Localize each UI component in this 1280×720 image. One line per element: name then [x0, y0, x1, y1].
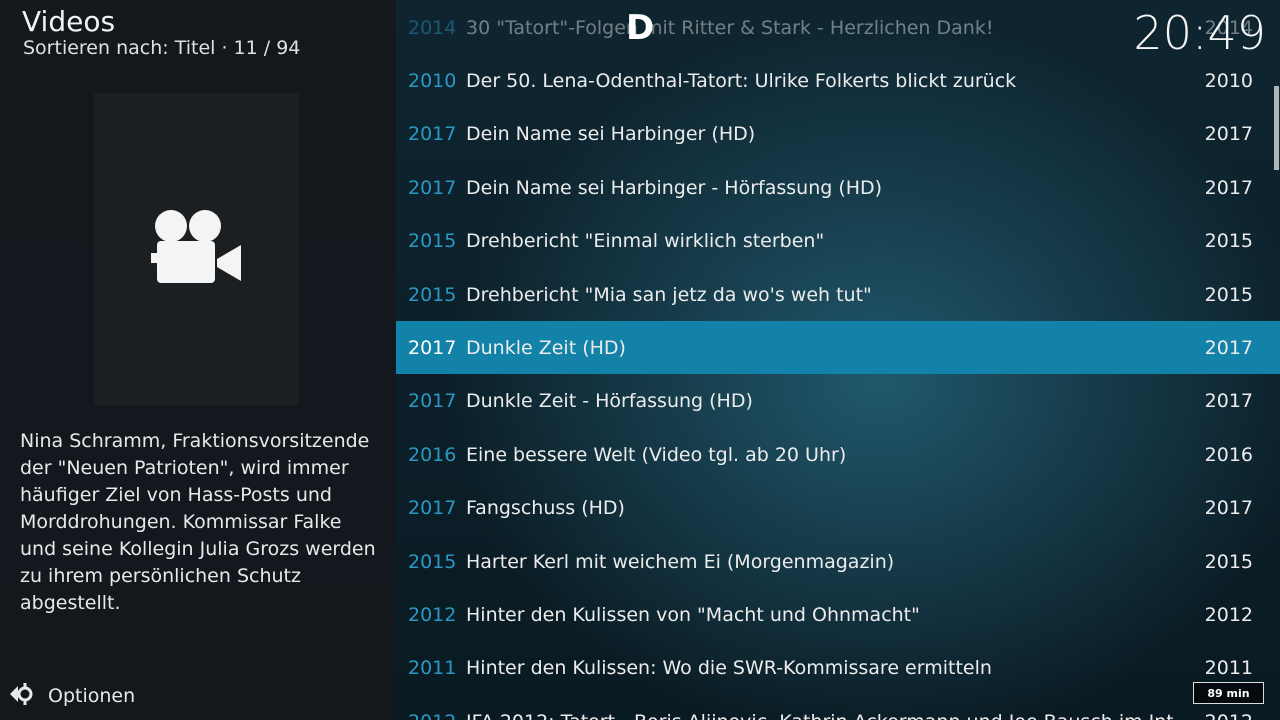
list-item-title: Dunkle Zeit - Hörfassung (HD) [466, 390, 753, 413]
list-item-year-left: 2011 [408, 657, 457, 680]
list-item[interactable]: 2015 Harter Kerl mit weichem Ei (Morgenma… [396, 535, 1280, 588]
list-item-year-right: 2017 [1204, 390, 1253, 413]
list-item[interactable]: 2017 Dunkle Zeit - Hörfassung (HD) 2017 [396, 375, 1280, 428]
page-title: Videos [22, 5, 116, 38]
list-item-year-right: 2017 [1204, 497, 1253, 520]
list-item[interactable]: 2017 Dunkle Zeit (HD) 2017 [396, 321, 1280, 375]
list-item-year-right: 2011 [1204, 657, 1253, 680]
options-button[interactable]: Optionen [8, 682, 135, 710]
info-panel: Videos Sortieren nach: Titel · 11 / 94 N… [0, 0, 396, 720]
list-item[interactable]: 2010 Der 50. Lena-Odenthal-Tatort: Ulrike… [396, 54, 1280, 107]
list-item-title: Drehbericht "Einmal wirklich sterben" [466, 230, 825, 253]
video-camera-icon [150, 209, 243, 289]
list-item-year-right: 2017 [1204, 176, 1253, 199]
list-item-year-left: 2012 [396, 711, 466, 720]
list-item-year-left: 2016 [408, 443, 457, 466]
list-item-year-left: 2017 [408, 123, 457, 146]
list-item-year-left: 2017 [408, 497, 457, 520]
list-item-year-right: 2015 [1204, 230, 1253, 253]
options-label: Optionen [48, 685, 136, 707]
list-item-year-left: 2014 [408, 16, 457, 39]
list-item-year-right: 2015 [1204, 550, 1253, 573]
list-item-year-right: 2015 [1204, 283, 1253, 306]
options-icon [8, 681, 34, 712]
clock: 20:49 [1133, 6, 1266, 60]
list-item-year-right: 2012 [1173, 711, 1280, 720]
jump-letter: D [626, 8, 655, 48]
list-item-title: Hinter den Kulissen von "Macht und Ohnma… [466, 603, 920, 626]
list-item-year-right: 2012 [1204, 603, 1253, 626]
video-list[interactable]: 2014 30 "Tatort"-Folgen mit Ritter & Star… [396, 0, 1280, 720]
list-item-year-left: 2010 [408, 69, 457, 92]
list-item[interactable]: 2011 Hinter den Kulissen: Wo die SWR-Komm… [396, 642, 1280, 695]
list-item-title: Der 50. Lena-Odenthal-Tatort: Ulrike Fol… [466, 69, 1017, 92]
list-item-title: 30 "Tatort"-Folgen mit Ritter & Stark - … [466, 16, 994, 39]
list-item-title: Dein Name sei Harbinger - Hörfassung (HD… [466, 176, 883, 199]
list-item[interactable]: 2015 Drehbericht "Mia san jetz da wo's we… [396, 268, 1280, 321]
list-item-title: Hinter den Kulissen: Wo die SWR-Kommissa… [466, 657, 992, 680]
scrollbar[interactable] [1274, 86, 1279, 170]
list-item-title: Drehbericht "Mia san jetz da wo's weh tu… [466, 283, 872, 306]
list-item-title: Fangschuss (HD) [466, 497, 625, 520]
list-item-year-left: 2012 [408, 603, 457, 626]
list-item-year-left: 2017 [408, 176, 457, 199]
plot-text: Nina Schramm, Fraktionsvorsitzende der "… [20, 430, 376, 614]
list-item-year-left: 2017 [408, 336, 457, 359]
list-item-title: Dunkle Zeit (HD) [466, 336, 626, 359]
list-item-title: Harter Kerl mit weichem Ei (Morgenmagazi… [466, 550, 895, 573]
list-item-year-right: 2017 [1204, 123, 1253, 146]
list-item-year-right: 2010 [1204, 69, 1253, 92]
list-item-title: IFA 2012: Tatort - Boris Aljinovic, Kath… [466, 711, 1173, 720]
list-item-year-right: 2016 [1204, 443, 1253, 466]
list-item[interactable]: 2016 Eine bessere Welt (Video tgl. ab 20 … [396, 428, 1280, 481]
list-item-year-left: 2015 [408, 283, 457, 306]
list-item[interactable]: 2017 Fangschuss (HD) 2017 [396, 482, 1280, 535]
duration-badge: 89 min [1193, 682, 1264, 704]
list-item[interactable]: 2017 Dein Name sei Harbinger (HD) 2017 [396, 108, 1280, 161]
list-item[interactable]: 2012IFA 2012: Tatort - Boris Aljinovic, … [396, 695, 1280, 720]
list-item-year-left: 2015 [408, 230, 457, 253]
list-item[interactable]: 2015 Drehbericht "Einmal wirklich sterben… [396, 215, 1280, 268]
list-item-year-left: 2015 [408, 550, 457, 573]
list-item-title: Dein Name sei Harbinger (HD) [466, 123, 756, 146]
poster-placeholder [94, 93, 299, 405]
sort-info: Sortieren nach: Titel · 11 / 94 [23, 37, 301, 59]
list-item[interactable]: 2017 Dein Name sei Harbinger - Hörfassung… [396, 161, 1280, 214]
list-item-year-left: 2017 [408, 390, 457, 413]
list-item-year-right: 2017 [1204, 336, 1253, 359]
list-item-title: Eine bessere Welt (Video tgl. ab 20 Uhr) [466, 443, 847, 466]
list-item[interactable]: 2012 Hinter den Kulissen von "Macht und O… [396, 588, 1280, 641]
